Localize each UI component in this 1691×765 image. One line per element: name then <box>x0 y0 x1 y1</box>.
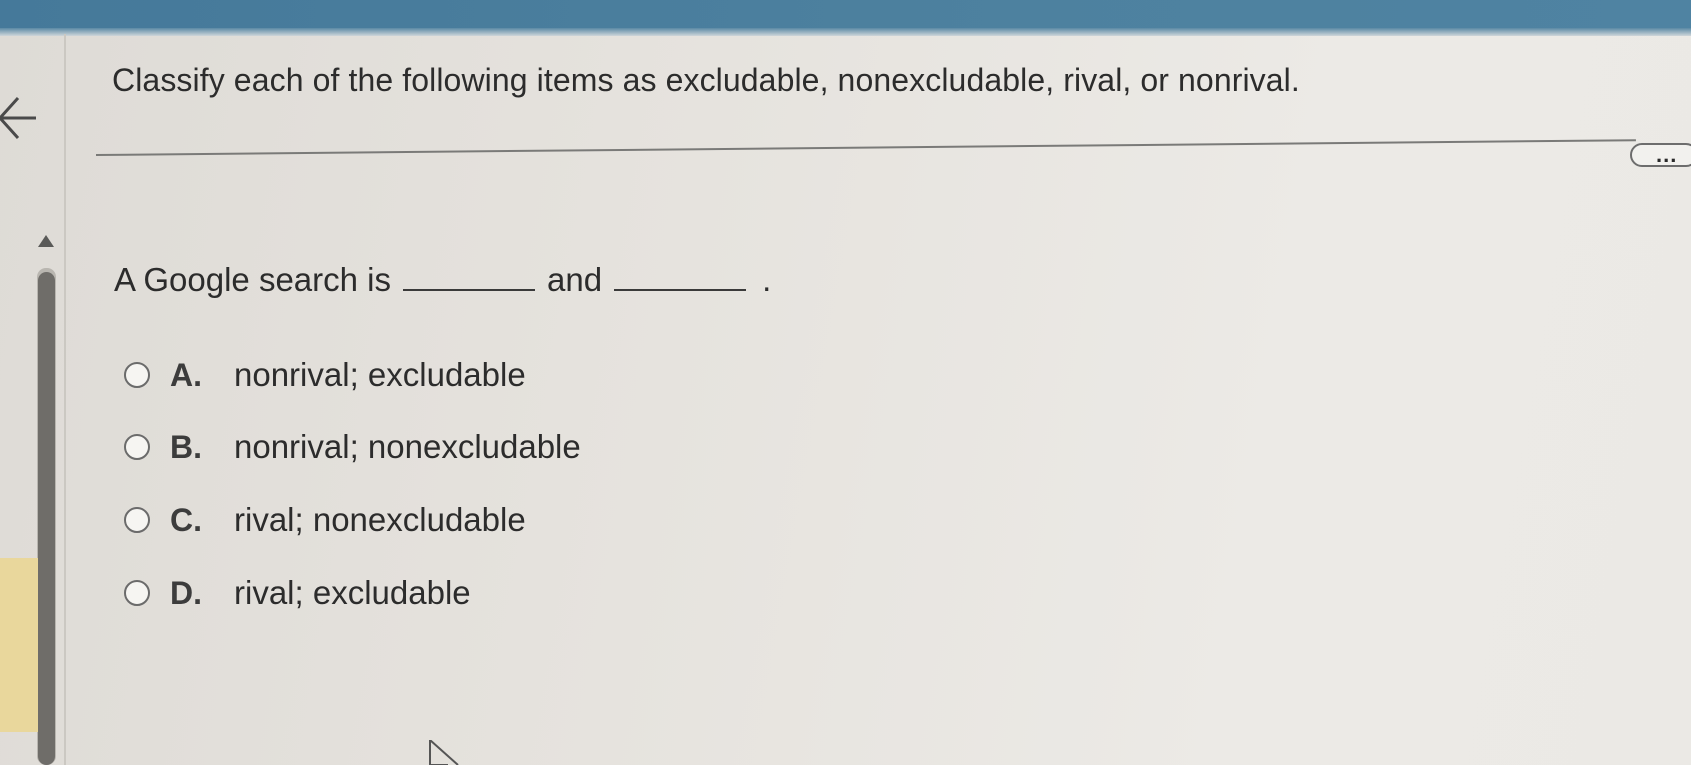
screen: Classify each of the following items as … <box>0 0 1691 765</box>
scrollbar-thumb[interactable] <box>38 272 55 765</box>
radio-button[interactable] <box>124 434 150 460</box>
more-options-button[interactable]: ... <box>1630 143 1691 167</box>
option-text: rival; nonexcludable <box>234 501 526 538</box>
option-text: nonrival; nonexcludable <box>234 428 581 465</box>
header-bar-edge <box>0 28 1691 36</box>
radio-button[interactable] <box>124 362 150 388</box>
radio-button[interactable] <box>124 507 150 533</box>
triangle-up-icon[interactable] <box>37 234 55 248</box>
side-highlight-tab <box>0 558 38 732</box>
option-text: rival; excludable <box>234 574 471 611</box>
option-c[interactable]: C. rival; nonexcludable <box>124 501 526 539</box>
mouse-pointer-icon <box>428 739 468 765</box>
back-arrow-icon[interactable] <box>0 92 40 144</box>
prompt-start: A Google search is <box>114 261 391 298</box>
option-letter: B. <box>170 428 202 465</box>
question-title: Classify each of the following items as … <box>112 62 1300 98</box>
prompt-mid: and <box>547 261 603 298</box>
option-b[interactable]: B. nonrival; nonexcludable <box>124 428 581 466</box>
option-letter: A. <box>170 356 202 393</box>
option-letter: D. <box>170 574 202 611</box>
answer-blank-2 <box>614 263 747 291</box>
option-d[interactable]: D. rival; excludable <box>124 574 471 612</box>
option-a[interactable]: A. nonrival; excludable <box>124 356 526 394</box>
prompt-end: . <box>762 261 772 298</box>
answer-blank-1 <box>403 263 535 291</box>
option-letter: C. <box>170 501 202 538</box>
separator-line <box>95 139 1636 156</box>
radio-button[interactable] <box>124 580 150 606</box>
option-text: nonrival; excludable <box>234 356 526 393</box>
left-panel-divider <box>64 34 66 765</box>
question-prompt: A Google search is and . <box>114 261 771 299</box>
